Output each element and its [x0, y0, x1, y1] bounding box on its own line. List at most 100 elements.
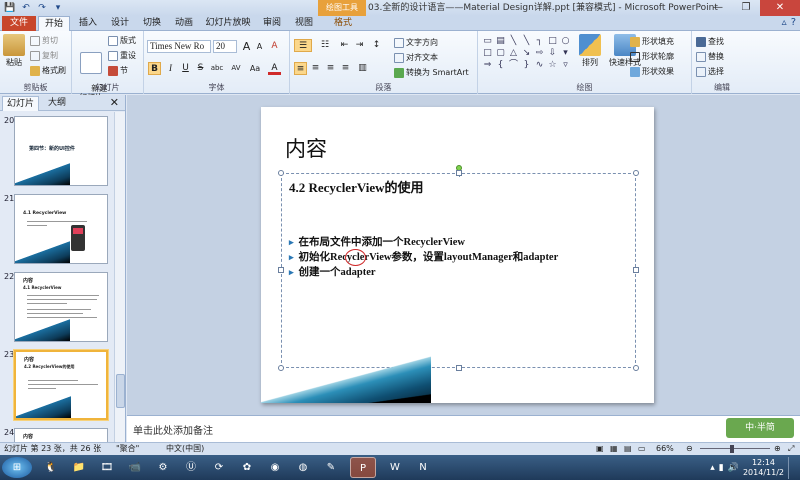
tab-slides-panel[interactable]: 幻灯片 [2, 96, 40, 111]
smartart-button[interactable]: 转换为 SmartArt [394, 67, 469, 78]
uedit-icon[interactable]: Ⓤ [178, 457, 204, 478]
notes-placeholder[interactable]: 单击此处添加备注 [133, 422, 213, 437]
change-case-button[interactable]: Aa [247, 62, 263, 75]
select-button[interactable]: 选择 [696, 66, 724, 77]
line-shape-icon[interactable]: ╲ [508, 36, 519, 46]
slide-thumbnail-22[interactable]: 内容 4.1 RecyclerView [14, 272, 108, 342]
find-button[interactable]: 查找 [696, 36, 724, 47]
tab-view[interactable]: 视图 [290, 16, 318, 31]
copy-button[interactable]: 复制 [30, 50, 58, 61]
bullet-item[interactable]: 在布局文件中添加一个RecyclerView [289, 235, 558, 250]
powerpoint-taskbar-icon[interactable]: P [350, 457, 376, 478]
oval-shape-icon[interactable]: ○ [560, 36, 571, 46]
line-spacing-button[interactable]: ↕ [370, 39, 383, 52]
notes-pane[interactable]: 单击此处添加备注 中·半简 [127, 415, 800, 442]
curve-shape-icon[interactable]: ∿ [534, 60, 545, 70]
replace-button[interactable]: 替换 [696, 51, 724, 62]
save-icon[interactable]: 💾 [4, 2, 16, 14]
help-icon[interactable]: ? [791, 17, 796, 28]
reset-button[interactable]: 重设 [108, 50, 136, 61]
redo-icon[interactable]: ↷ [36, 2, 48, 14]
align-center-button[interactable]: ≡ [309, 62, 322, 75]
slide-thumbnail-23[interactable]: 内容 4.2 RecyclerView的使用 [14, 350, 108, 420]
elbow-shape-icon[interactable]: ┐ [534, 36, 545, 46]
app-icon[interactable]: ⚙ [150, 457, 176, 478]
bullet-item[interactable]: 创建一个adapter [289, 265, 558, 280]
shrink-font-button[interactable]: A [253, 40, 266, 53]
sorter-view-icon[interactable]: ▦ [610, 443, 618, 455]
cut-button[interactable]: 剪切 [30, 35, 58, 46]
arrow-right-shape-icon[interactable]: ⇒ [482, 60, 493, 70]
section-button[interactable]: 节 [108, 65, 128, 76]
rect2-shape-icon[interactable]: □ [482, 48, 493, 58]
language-status[interactable]: 中文(中国) [166, 443, 204, 455]
slide-title[interactable]: 内容 [285, 133, 327, 163]
shape-outline-button[interactable]: 形状轮廓 [630, 51, 674, 62]
arc-shape-icon[interactable]: ⌒ [508, 60, 519, 70]
arrange-button[interactable]: 排列 [576, 34, 604, 68]
folder-icon[interactable]: 📁 [66, 457, 92, 478]
customize-qat-icon[interactable]: ▾ [52, 2, 64, 14]
player-icon[interactable]: ◍ [290, 457, 316, 478]
font-size-box[interactable]: 20 [213, 40, 237, 53]
triangle-shape-icon[interactable]: △ [508, 48, 519, 58]
show-desktop-button[interactable] [788, 456, 796, 479]
italic-button[interactable]: I [164, 62, 177, 75]
close-button[interactable]: ✕ [760, 0, 800, 16]
tab-home[interactable]: 开始 [38, 16, 70, 32]
connector-shape-icon[interactable]: ↘ [521, 48, 532, 58]
recorder-icon[interactable]: 📹 [122, 457, 148, 478]
slide-thumbnail-20[interactable]: 第四节：新的UI控件 [14, 116, 108, 186]
numbering-button[interactable]: ☷ [316, 39, 334, 52]
strikethrough-button[interactable]: S [194, 62, 207, 75]
network-icon[interactable]: ▮ [719, 463, 724, 473]
shapes-gallery[interactable]: ▭ ▤ ╲ ╲ ┐ □ ○ □ ▢ △ ↘ ⇨ ⇩ ▾ ⇒{⌒} ∿ ☆ ▿ [482, 36, 571, 70]
decrease-indent-button[interactable]: ⇤ [338, 39, 351, 52]
line2-shape-icon[interactable]: ╲ [521, 36, 532, 46]
zoom-out-icon[interactable]: ⊖ [686, 443, 693, 455]
normal-view-icon[interactable]: ▣ [596, 443, 604, 455]
tab-file[interactable]: 文件 [2, 16, 36, 31]
notes-app-icon[interactable]: ✎ [318, 457, 344, 478]
resize-handle-r[interactable] [633, 267, 639, 273]
tab-animations[interactable]: 动画 [170, 16, 198, 31]
tab-outline-panel[interactable]: 大纲 [44, 96, 70, 111]
tab-design[interactable]: 设计 [106, 16, 134, 31]
expand-shapes-icon[interactable]: ▿ [560, 60, 571, 70]
thumbnail-scrollbar[interactable] [114, 112, 125, 442]
start-button[interactable]: ⊞ [2, 457, 32, 478]
slide-thumbnail-21[interactable]: 4.1 RecyclerView [14, 194, 108, 264]
shape-effects-button[interactable]: 形状效果 [630, 66, 674, 77]
tab-review[interactable]: 审阅 [258, 16, 286, 31]
bullets-button[interactable]: ☰ [294, 39, 312, 52]
columns-button[interactable]: ▥ [356, 62, 369, 75]
resize-handle-b[interactable] [456, 365, 462, 371]
font-color-button[interactable]: A [268, 62, 281, 75]
onenote-icon[interactable]: N [410, 457, 436, 478]
clear-format-button[interactable]: A [268, 40, 281, 53]
tab-transitions[interactable]: 切换 [138, 16, 166, 31]
more-shapes-icon[interactable]: ▾ [560, 48, 571, 58]
align-left-button[interactable]: ≡ [294, 62, 307, 75]
chrome-icon[interactable]: ◉ [262, 457, 288, 478]
format-painter-button[interactable]: 格式刷 [30, 65, 66, 76]
current-slide[interactable]: 内容 4.2 RecyclerView的使用 在布局文件中添加一个Recycle… [261, 107, 654, 403]
textbox-shape-icon[interactable]: ▤ [495, 36, 506, 46]
grow-font-button[interactable]: A [240, 40, 253, 53]
align-right-button[interactable]: ≡ [324, 62, 337, 75]
shadow-button[interactable]: abc [208, 62, 226, 75]
resize-handle-br[interactable] [633, 365, 639, 371]
rounded-rect-shape-icon[interactable]: ▢ [495, 48, 506, 58]
minimize-button[interactable]: — [704, 0, 732, 16]
tab-slideshow[interactable]: 幻灯片放映 [202, 16, 254, 31]
resize-handle-tr[interactable] [633, 170, 639, 176]
minimize-ribbon-icon[interactable]: ▵ [782, 17, 787, 28]
justify-button[interactable]: ≡ [339, 62, 352, 75]
square-shape-icon[interactable]: □ [547, 36, 558, 46]
word-icon[interactable]: W [382, 457, 408, 478]
font-name-box[interactable]: Times New Ro [147, 40, 211, 53]
resize-handle-t[interactable] [456, 170, 462, 176]
arrow-down-shape-icon[interactable]: ⇩ [547, 48, 558, 58]
arrow-shape-icon[interactable]: ⇨ [534, 48, 545, 58]
scrollbar-thumb[interactable] [116, 374, 125, 408]
